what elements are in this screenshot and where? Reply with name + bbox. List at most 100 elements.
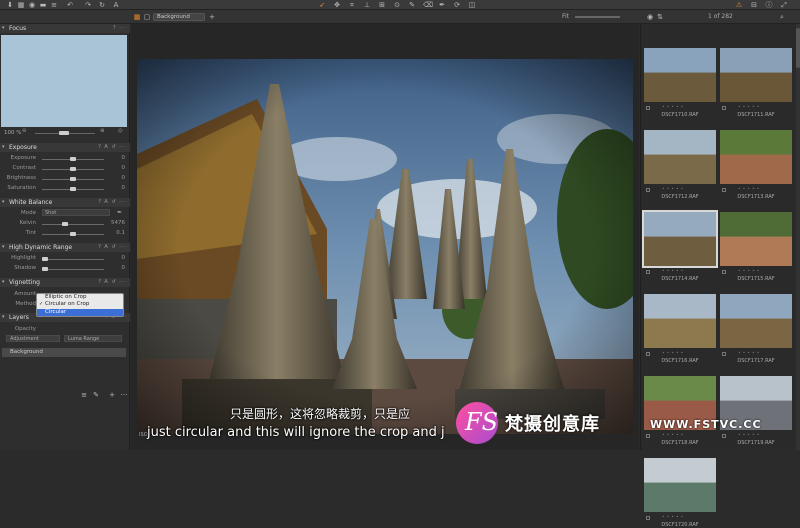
select-checkbox[interactable] xyxy=(646,434,650,438)
collapse-icon[interactable]: ▾ xyxy=(2,243,5,252)
luma-range-button[interactable]: Luma Range xyxy=(64,335,122,342)
brush-icon[interactable]: ✎ xyxy=(408,1,416,9)
menu-item-circular-on-crop[interactable]: ✓ Circular on Crop xyxy=(37,301,123,308)
add-adjustment-button[interactable]: Adjustment xyxy=(6,335,60,342)
thumbnail[interactable] xyxy=(644,294,716,348)
select-checkbox[interactable] xyxy=(722,434,726,438)
slider-knob[interactable] xyxy=(70,187,76,191)
keystone-icon[interactable]: ⊞ xyxy=(378,1,386,9)
slider-track[interactable] xyxy=(42,232,104,236)
zoom-knob[interactable] xyxy=(59,131,69,135)
section-controls-icon[interactable]: ? A ↺ ··· xyxy=(98,143,127,152)
scrollbar-thumb[interactable] xyxy=(796,28,800,68)
slider-knob[interactable] xyxy=(70,157,76,161)
straighten-icon[interactable]: ⊥ xyxy=(363,1,371,9)
reset-icon[interactable]: ↻ xyxy=(98,1,106,9)
rating-stars[interactable]: ••••• xyxy=(662,269,685,274)
select-checkbox[interactable] xyxy=(646,270,650,274)
slider-track[interactable] xyxy=(42,267,104,271)
text-icon[interactable]: A xyxy=(112,1,120,9)
cursor-icon[interactable]: ➶ xyxy=(318,1,326,9)
slider-value[interactable]: 0 xyxy=(110,165,126,171)
collapse-icon[interactable]: ▾ xyxy=(2,24,5,33)
section-controls-icon[interactable]: ? A ↺ ··· xyxy=(98,243,127,252)
slider-track[interactable] xyxy=(42,222,104,226)
zoom-in-icon[interactable]: ⊕ xyxy=(100,128,105,134)
menu-item-circular[interactable]: Circular xyxy=(37,309,123,316)
folder-icon[interactable]: ▬ xyxy=(39,1,47,9)
wb-mode-select[interactable]: Shot xyxy=(42,209,110,216)
slider-knob[interactable] xyxy=(70,177,76,181)
rating-stars[interactable]: ••••• xyxy=(662,187,685,192)
select-checkbox[interactable] xyxy=(646,352,650,356)
thumbnail[interactable] xyxy=(720,212,792,266)
rating-stars[interactable]: ••••• xyxy=(662,515,685,520)
select-checkbox[interactable] xyxy=(722,106,726,110)
thumbnail[interactable] xyxy=(720,48,792,102)
slider-track[interactable] xyxy=(42,177,104,181)
thumbnail[interactable] xyxy=(644,130,716,184)
slider-value[interactable]: 0 xyxy=(110,185,126,191)
undo-icon[interactable]: ↶ xyxy=(66,1,74,9)
single-view-icon[interactable]: ▢ xyxy=(143,13,151,21)
slider-value[interactable]: 5476 xyxy=(110,220,125,226)
thumbnail[interactable] xyxy=(644,48,716,102)
slider-track[interactable] xyxy=(42,157,104,161)
redo-icon[interactable]: ↷ xyxy=(84,1,92,9)
crop-icon[interactable]: ⌗ xyxy=(348,1,356,9)
collapse-icon[interactable]: ▾ xyxy=(2,143,5,152)
expand-icon[interactable]: ⤢ xyxy=(780,1,788,9)
slider-track[interactable] xyxy=(42,257,104,261)
rating-stars[interactable]: ••••• xyxy=(738,269,761,274)
menu-item-elliptic-on-crop[interactable]: Elliptic on Crop xyxy=(37,294,123,301)
rating-stars[interactable]: ••••• xyxy=(738,105,761,110)
eye-icon[interactable]: ◉ xyxy=(646,13,654,21)
slider-knob[interactable] xyxy=(70,167,76,171)
vignetting-method-menu[interactable]: Elliptic on Crop ✓ Circular on Crop Circ… xyxy=(36,293,124,317)
add-icon[interactable]: + xyxy=(208,13,216,21)
gradient-icon[interactable]: ◫ xyxy=(468,1,476,9)
move-icon[interactable]: ✥ xyxy=(333,1,341,9)
slider-track[interactable] xyxy=(42,187,104,191)
info-icon[interactable]: ⓘ xyxy=(765,1,773,9)
zoom-track[interactable] xyxy=(35,131,95,135)
brush-icon[interactable]: ✎ xyxy=(92,391,100,399)
select-checkbox[interactable] xyxy=(646,516,650,520)
eraser-icon[interactable]: ⌫ xyxy=(423,1,433,9)
select-checkbox[interactable] xyxy=(722,188,726,192)
rating-stars[interactable]: ••••• xyxy=(738,433,761,438)
thumbnail[interactable] xyxy=(644,458,716,512)
list-icon[interactable]: ≡ xyxy=(50,1,58,9)
more-icon[interactable]: ··· xyxy=(120,391,128,399)
collapse-icon[interactable]: ▾ xyxy=(2,198,5,207)
thumbnail[interactable] xyxy=(720,130,792,184)
image-viewer[interactable]: ISO xyxy=(131,24,639,450)
slider-value[interactable]: 0 xyxy=(110,155,126,161)
main-photo[interactable] xyxy=(137,59,633,434)
zoom-out-icon[interactable]: ⊖ xyxy=(22,128,27,134)
grid-view-icon[interactable]: ▦ xyxy=(133,13,141,21)
collapse-icon[interactable]: ▾ xyxy=(2,313,5,322)
picker-icon[interactable]: ✒ xyxy=(438,1,446,9)
search-icon[interactable]: ⌕ xyxy=(778,13,786,21)
thumbnail[interactable] xyxy=(720,294,792,348)
compare-icon[interactable]: ⊟ xyxy=(750,1,758,9)
slider-knob[interactable] xyxy=(61,222,68,226)
background-layer[interactable]: Background xyxy=(2,348,126,357)
spot-icon[interactable]: ⊙ xyxy=(393,1,401,9)
slider-value[interactable]: 0.1 xyxy=(110,230,125,236)
rotate-icon[interactable]: ⟳ xyxy=(453,1,461,9)
collapse-icon[interactable]: ▾ xyxy=(2,278,5,287)
white-balance-header[interactable]: ▾ White Balance ? A ↺ ··· xyxy=(0,198,130,207)
camera-icon[interactable]: ◉ xyxy=(28,1,36,9)
section-controls-icon[interactable]: ? A ↺ ··· xyxy=(98,278,127,287)
warning-icon[interactable]: ⚠ xyxy=(735,1,743,9)
layer-select[interactable]: Background xyxy=(153,13,205,21)
section-controls-icon[interactable]: ? ··· xyxy=(113,24,127,33)
zoom-slider[interactable] xyxy=(575,16,620,18)
add-layer-icon[interactable]: + xyxy=(108,391,116,399)
rating-stars[interactable]: ••••• xyxy=(662,433,685,438)
section-controls-icon[interactable]: ? A ↺ ··· xyxy=(98,198,127,207)
slider-track[interactable] xyxy=(42,167,104,171)
select-checkbox[interactable] xyxy=(646,106,650,110)
